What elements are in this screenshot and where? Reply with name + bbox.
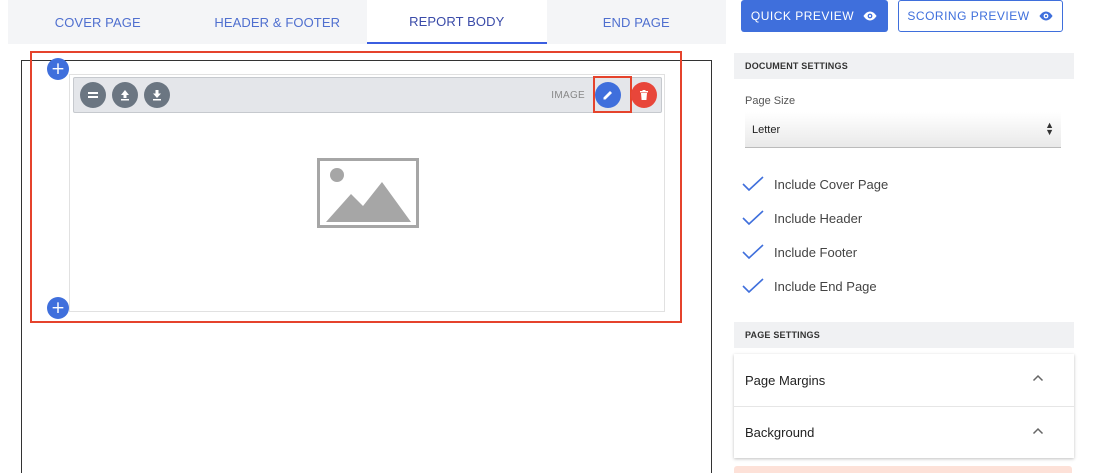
image-placeholder-icon[interactable] (317, 158, 419, 228)
trash-icon (640, 90, 648, 100)
select-arrows-icon: ▲ ▼ (1045, 120, 1054, 137)
page-size-select[interactable]: Letter ▲ ▼ (745, 112, 1061, 148)
include-header-option[interactable]: Include Header (742, 206, 862, 230)
page-margins-label: Page Margins (745, 372, 826, 388)
scoring-preview-button[interactable]: SCORING PREVIEW (898, 0, 1063, 32)
checkmark-icon (742, 210, 764, 226)
include-cover-page-option[interactable]: Include Cover Page (742, 172, 888, 196)
checkmark-icon (742, 176, 764, 192)
image-block: IMAGE (69, 74, 665, 312)
add-block-below-button[interactable]: + (47, 297, 69, 319)
edit-block-button[interactable] (595, 82, 621, 108)
checkmark-icon (742, 278, 764, 294)
plus-icon: + (50, 297, 66, 318)
page-size-value: Letter (752, 123, 781, 136)
page-settings-accordion: Page Margins Background (734, 354, 1074, 458)
chevron-up-icon (1032, 374, 1044, 382)
drag-handle-button[interactable] (80, 82, 106, 108)
block-type-label: IMAGE (551, 90, 585, 101)
move-down-icon (153, 90, 161, 101)
tab-report-body[interactable]: REPORT BODY (367, 0, 547, 44)
add-block-above-button[interactable]: + (47, 58, 69, 80)
move-up-button[interactable] (112, 82, 138, 108)
include-cover-page-label: Include Cover Page (774, 176, 889, 192)
plus-icon: + (50, 58, 66, 79)
quick-preview-label: QUICK PREVIEW (750, 9, 855, 23)
tab-cover-page[interactable]: COVER PAGE (8, 0, 188, 44)
include-footer-label: Include Footer (774, 244, 858, 260)
include-header-label: Include Header (774, 210, 863, 226)
block-toolbar: IMAGE (73, 76, 662, 113)
tab-end-page[interactable]: END PAGE (546, 0, 726, 44)
drag-handle-icon (88, 92, 98, 98)
edit-icon (603, 91, 612, 100)
move-down-button[interactable] (144, 82, 170, 108)
alert-strip (734, 466, 1072, 473)
quick-preview-button[interactable]: QUICK PREVIEW (741, 0, 888, 32)
document-settings-heading: DOCUMENT SETTINGS (734, 53, 1074, 79)
scoring-preview-label: SCORING PREVIEW (907, 9, 1030, 23)
page-size-label: Page Size (745, 95, 796, 107)
page-margins-panel[interactable]: Page Margins (734, 354, 1074, 406)
include-footer-option[interactable]: Include Footer (742, 240, 857, 264)
eye-icon (1039, 11, 1053, 21)
page-settings-heading: PAGE SETTINGS (734, 322, 1074, 348)
include-end-page-option[interactable]: Include End Page (742, 274, 877, 298)
eye-icon (863, 11, 877, 21)
delete-block-button[interactable] (631, 82, 657, 108)
chevron-up-icon (1032, 427, 1044, 435)
include-end-page-label: Include End Page (774, 278, 877, 294)
editor-tabs: COVER PAGE HEADER & FOOTER REPORT BODY E… (8, 0, 726, 44)
background-panel[interactable]: Background (734, 406, 1074, 458)
checkmark-icon (742, 244, 764, 260)
tab-header-footer[interactable]: HEADER & FOOTER (187, 0, 367, 44)
background-label: Background (745, 425, 815, 440)
move-up-icon (121, 90, 129, 101)
